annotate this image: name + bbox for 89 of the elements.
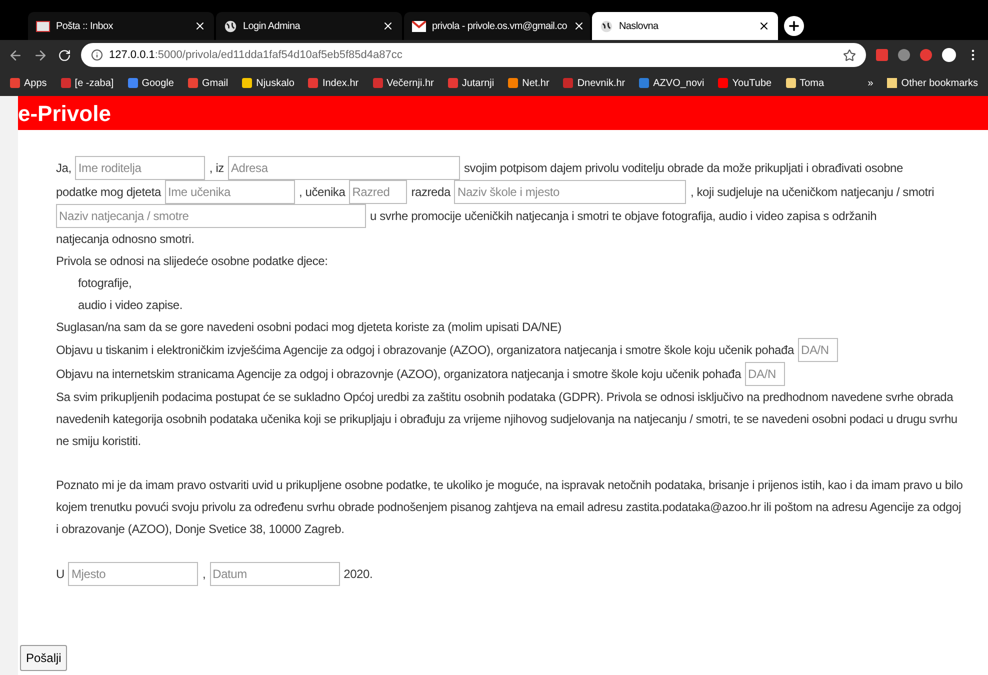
url-text: 127.0.0.1:5000/privola/ed11dda1faf54d10af5eb5f85d4a87cc [109, 48, 404, 63]
form-text: fotografije, [78, 275, 132, 292]
tab-title: Pošta :: Inbox [56, 20, 114, 34]
bookmark-label: Dnevnik.hr [577, 76, 626, 90]
browser-tab[interactable]: Naslovna [592, 12, 778, 40]
envelope-icon [412, 20, 426, 32]
bookmark[interactable]: Večernji.hr [372, 76, 434, 90]
globe-icon [224, 20, 237, 32]
form-text: audio i video zapise. [78, 297, 183, 314]
close-icon[interactable] [194, 20, 206, 32]
form-text: , koji sudjeluje na učeničkom natjecanju / smotri [690, 184, 934, 201]
input-field[interactable]: Ime učenika [164, 180, 295, 204]
bookmark[interactable]: Other bookmarks [887, 76, 978, 90]
input-field[interactable]: Naziv natjecanja / smotre [56, 204, 366, 228]
input-field[interactable]: Ime roditelja [75, 156, 206, 180]
new-tab-icon[interactable] [784, 16, 804, 36]
bookmark-label: Index.hr [322, 76, 359, 90]
bookmark[interactable]: Njuskalo [242, 76, 294, 90]
form-text: svojim potpisom dajem privolu voditelju obrade da može prikupljati i obrađivati osobne [464, 160, 904, 177]
close-icon[interactable] [382, 20, 394, 32]
form-text: natjecanja odnosno smotri. [56, 231, 194, 248]
reload-icon[interactable] [58, 48, 71, 62]
form-text: Objavu u tiskanim i elektroničkim izvješćima Agencije za odgoj i obrazovanje (AZOO), organizatora natjecanja i smotre škole koju učenik pohađa [56, 342, 794, 359]
form-text: Ja, [56, 160, 72, 177]
bookmark[interactable]: Dnevnik.hr [563, 76, 626, 90]
form-text: Privola se odnosi na slijedeće osobne podatke djece: [56, 253, 328, 270]
paragraph: Sa svim prikupljenih podacima postupat će se sukladno Općoj uredbi za zaštitu osobnih podataka (GDPR). Privola se odnosi isključivo na predhodnom navedene svrhe obrada navedenih kategorija osobnih podataka učenika koji se prikupljaju i obrađuju za vrijeme njihovog sudjelovanja na natjecanju / smotri, te se navedeni osobni podaci u drugu svrhu ne smiju koristiti. [56, 389, 958, 450]
globe-icon [600, 20, 613, 32]
close-icon[interactable] [758, 20, 770, 32]
bookmark[interactable]: Google [128, 76, 174, 90]
bookmark-label: AZVO_novi [653, 76, 704, 90]
form-text: 2020. [344, 566, 373, 583]
close-icon[interactable] [573, 20, 586, 32]
mail-icon [36, 20, 50, 32]
input-field[interactable]: Naziv škole i mjesto [454, 180, 686, 204]
extension-icon[interactable] [898, 49, 910, 61]
address-bar[interactable]: 127.0.0.1:5000/privola/ed11dda1faf54d10af5eb5f85d4a87cc [81, 43, 866, 67]
bookmark[interactable]: Apps [10, 76, 47, 90]
info-icon [91, 49, 103, 61]
form-text: u svrhe promocije učeničkih natjecanja i smotri te objave fotografija, audio i video zapisa s održanih [370, 208, 877, 225]
bookmark-label: Other bookmarks [901, 76, 978, 90]
paragraph: Poznato mi je da imam pravo ostvariti uvid u prikupljene osobne podatke, te ukoliko je moguće, na ispravak netočnih podataka, brisanje i prijenos istih, kao i da imam pravo u bilo kojem trenutku povući svoju privolu za određenu svrhu obrade podnošenjem pisanog zahtjeva na email adresu zastita.podataka@azoo.hr ili poštom na adresu Agencije za odgoj i obrazovanje (AZOO), Donje Svetice 38, 10000 Zagreb. [56, 477, 964, 538]
bookmark[interactable]: Jutarnji [448, 76, 494, 90]
tab-title: Login Admina [243, 20, 302, 34]
input-field[interactable]: Razred [349, 180, 408, 204]
input-field[interactable]: DA/N [798, 338, 838, 362]
bookmark-label: Net.hr [522, 76, 550, 90]
app-title: e-Privole [18, 100, 111, 128]
back-icon[interactable] [8, 48, 23, 62]
extension-icon[interactable] [920, 49, 932, 61]
bookmark[interactable]: [e -zaba] [60, 76, 114, 90]
form-text: razreda [411, 184, 450, 201]
browser-tab[interactable]: Login Admina [216, 12, 402, 40]
bookmark[interactable]: Toma [786, 76, 824, 90]
input-field[interactable]: Datum [210, 562, 340, 586]
bookmark-label: Apps [24, 76, 47, 90]
folder-icon [887, 78, 898, 88]
bookmark[interactable]: YouTube [718, 76, 772, 90]
bookmark[interactable]: Index.hr [308, 76, 359, 90]
bookmark-label: YouTube [732, 76, 772, 90]
submit-button[interactable]: Pošalji [20, 645, 68, 671]
forward-icon[interactable] [33, 48, 48, 62]
bookmark-label: [e -zaba] [74, 76, 114, 90]
tab-title: privola - privole.os.vm@gmail.co [432, 20, 568, 34]
browser-tab[interactable]: privola - privole.os.vm@gmail.co [404, 12, 590, 40]
form-text: Objavu na internetskim stranicama Agencije za odgoj i obrazovnje (AZOO), organizatora natjecanja i smotre škole koju učenik pohađa [56, 366, 742, 383]
bookmark-label: Jutarnji [462, 76, 494, 90]
form-text: , iz [209, 160, 224, 177]
bookmark-label: Večernji.hr [386, 76, 434, 90]
star-icon[interactable] [843, 48, 856, 62]
form-text: , [202, 566, 206, 583]
overflow-button[interactable]: » [868, 76, 874, 90]
form-text: Suglasan/na sam da se gore navedeni osobni podaci mog djeteta koriste za (molim upisati DA/NE) [56, 319, 562, 336]
bookmark-label: Njuskalo [256, 76, 294, 90]
input-field[interactable]: Mjesto [68, 562, 198, 586]
profile-icon[interactable] [942, 48, 956, 62]
form-text: , učenika [298, 184, 346, 201]
browser-tab[interactable]: Pošta :: Inbox [28, 12, 214, 40]
bookmark-label: Google [142, 76, 174, 90]
form-text: podatke mog djeteta [56, 184, 161, 201]
tab-title: Naslovna [619, 20, 660, 34]
input-field[interactable]: DA/N [745, 362, 786, 386]
form-text: U [56, 566, 64, 583]
bookmark[interactable]: Net.hr [508, 76, 550, 90]
bookmark[interactable]: Gmail [188, 76, 228, 90]
bookmark-label: Gmail [202, 76, 228, 90]
bookmark-label: Toma [800, 76, 824, 90]
bookmark[interactable]: AZVO_novi [639, 76, 704, 90]
input-field[interactable]: Adresa [228, 156, 460, 180]
